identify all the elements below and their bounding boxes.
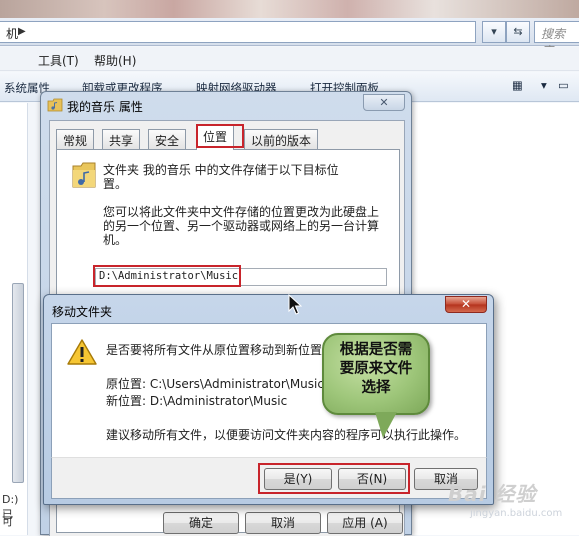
ok-button[interactable]: 确定	[163, 512, 239, 534]
location-description-1a: 文件夹 我的音乐 中的文件存储于以下目标位	[103, 163, 339, 177]
search-input[interactable]: 搜索 库	[534, 21, 579, 58]
tab-general[interactable]: 常规	[56, 129, 95, 149]
address-bar[interactable]: 机 ▶	[0, 21, 476, 43]
apply-button[interactable]: 应用 (A)	[327, 512, 403, 534]
address-bar-row: 机 ▶ ▾ ⇆ 搜索 库	[0, 18, 579, 58]
watermark-url: jingyan.baidu.com	[470, 508, 563, 519]
menu-bar: 工具(T) 帮助(H)	[0, 47, 579, 71]
close-icon: ✕	[379, 96, 389, 109]
location-tab-highlight	[196, 124, 244, 148]
music-folder-icon	[72, 162, 96, 188]
close-icon: ✕	[460, 297, 472, 311]
warning-icon	[67, 339, 97, 365]
location-description-1b: 置。	[103, 177, 128, 191]
callout-line-2: 要原来文件	[339, 361, 413, 377]
cancel-button[interactable]: 取消	[245, 512, 321, 534]
preview-pane-icon[interactable]: ▭	[558, 78, 569, 92]
move-dialog-title: 移动文件夹	[52, 305, 113, 319]
music-folder-icon	[47, 98, 63, 112]
menu-item-help[interactable]: 帮助(H)	[94, 52, 136, 69]
move-advice-text: 建议移动所有文件，以便要访问文件夹内容的程序可以执行此操作。	[106, 428, 467, 442]
move-dialog-footer: 是(Y) 否(N) 取消	[51, 457, 487, 499]
properties-close-button[interactable]: ✕	[363, 94, 405, 111]
properties-dialog-title: 我的音乐 属性	[67, 100, 143, 114]
refresh-icon: ⇆	[513, 25, 523, 38]
annotation-callout: 根据是否需 要原来文件 选择	[322, 333, 430, 415]
mouse-cursor-icon	[288, 294, 302, 315]
drive-status-text-2: 可	[2, 515, 13, 528]
tab-sharing[interactable]: 共享	[102, 129, 141, 149]
callout-line-3: 选择	[361, 380, 391, 396]
address-text: 机	[6, 27, 19, 41]
yes-no-highlight	[258, 463, 410, 494]
address-dropdown-button[interactable]: ▾	[482, 21, 506, 43]
menu-item-tools[interactable]: 工具(T)	[38, 52, 79, 69]
tab-previous-versions[interactable]: 以前的版本	[244, 129, 319, 149]
callout-line-1: 根据是否需	[339, 342, 413, 358]
chevron-down-icon[interactable]: ▾	[541, 78, 547, 92]
chevron-down-icon: ▾	[491, 25, 497, 38]
refresh-button[interactable]: ⇆	[506, 21, 530, 43]
desktop-background-photo	[0, 0, 579, 18]
origin-location-text: 原位置: C:\Users\Administrator\Music	[106, 377, 324, 391]
navigation-pane: D:) 已 可	[0, 103, 28, 535]
navigation-scrollbar[interactable]	[12, 283, 24, 483]
breadcrumb-arrow-icon[interactable]: ▶	[18, 26, 26, 37]
location-description-2b: 的另一个位置、另一个驱动器或网络上的另一台计算	[103, 219, 380, 233]
move-close-button[interactable]: ✕	[445, 296, 487, 313]
path-highlight	[93, 265, 241, 287]
move-question-text: 是否要将所有文件从原位置移动到新位置?	[106, 343, 329, 357]
watermark-logo: Bai 经验	[448, 482, 537, 506]
callout-tail	[375, 412, 397, 438]
new-location-text: 新位置: D:\Administrator\Music	[106, 394, 288, 408]
tab-security[interactable]: 安全	[148, 129, 187, 149]
location-description-2c: 机。	[103, 233, 128, 247]
view-options-icon[interactable]: ▦	[512, 78, 523, 92]
